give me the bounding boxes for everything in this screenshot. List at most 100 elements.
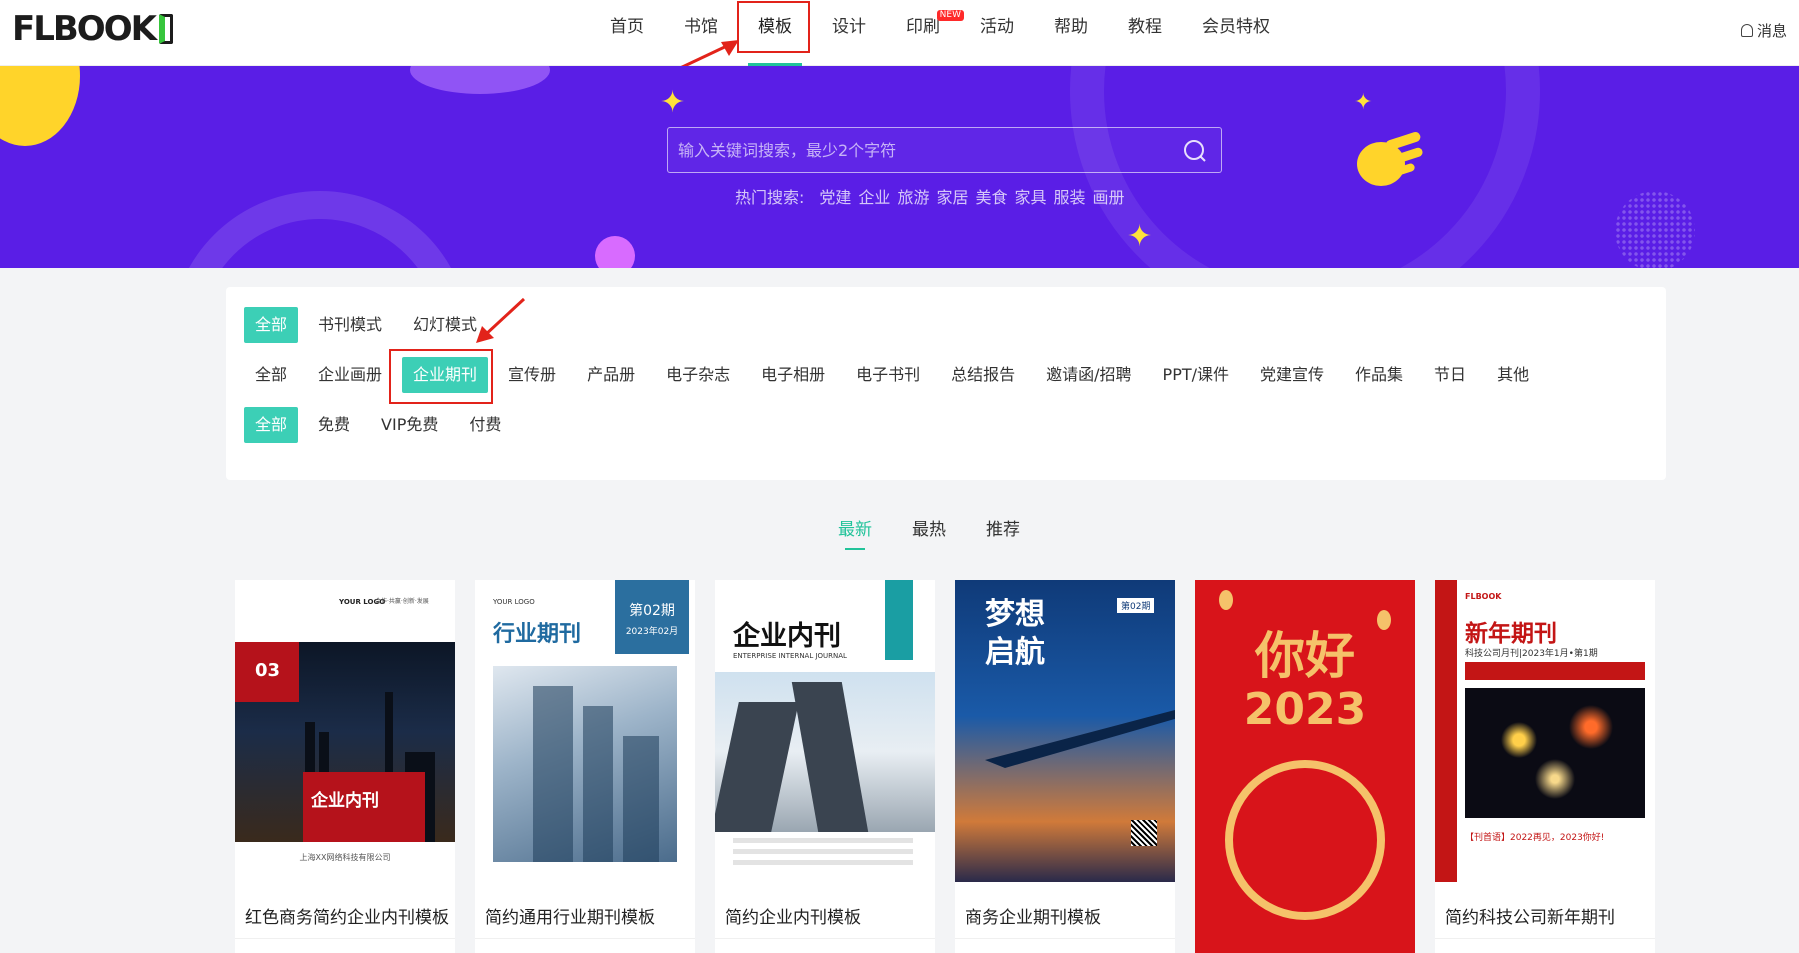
card-divider	[235, 938, 455, 939]
template-title[interactable]: 简约科技公司新年期刊	[1445, 903, 1615, 928]
template-card[interactable]: 企业内刊 ENTERPRISE INTERNAL JOURNAL 简约企业内刊模…	[715, 580, 935, 953]
cover-building-image	[493, 666, 677, 862]
filter-cat-holiday[interactable]: 节日	[1423, 357, 1477, 393]
template-card[interactable]: YOUR LOGO 合作·共赢·创新·发展 03 企业内刊 上海XX网络科技有限…	[235, 580, 455, 953]
filter-price-free[interactable]: 免费	[307, 407, 361, 443]
nav-design[interactable]: 设计	[812, 0, 886, 66]
cover-year: 2023	[1243, 684, 1367, 735]
cover-subheading: ENTERPRISE INTERNAL JOURNAL	[733, 652, 847, 660]
filter-cat-brochure[interactable]: 企业画册	[307, 357, 393, 393]
template-title[interactable]: 商务企业期刊模板	[965, 903, 1101, 928]
cover-fireworks-image	[1465, 688, 1645, 818]
tab-hottest[interactable]: 最热	[912, 515, 946, 550]
cover-heading: 企业内刊	[733, 621, 841, 652]
card-divider	[475, 938, 695, 939]
hot-search-label: 热门搜索:	[735, 188, 805, 207]
sparkle-icon: ✦	[1354, 90, 1373, 115]
cover-heading: 行业期刊	[493, 622, 582, 647]
filter-cat-ebook[interactable]: 电子书刊	[845, 357, 931, 393]
sparkle-icon: ✦	[660, 85, 686, 120]
banner-decor-dots	[1615, 191, 1695, 268]
tab-recommended[interactable]: 推荐	[986, 515, 1020, 550]
hot-word[interactable]: 美食	[975, 184, 1007, 208]
sparkle-icon: ✦	[1127, 219, 1153, 254]
search-icon[interactable]	[1183, 139, 1207, 163]
nav-home[interactable]: 首页	[590, 0, 664, 66]
cover-side-bar	[1435, 580, 1457, 882]
filter-cat-party[interactable]: 党建宣传	[1249, 357, 1335, 393]
filter-mode-book[interactable]: 书刊模式	[307, 307, 393, 343]
cover-issue-badge: 第02期 2023年02月	[615, 580, 689, 654]
template-cover: 梦想启航 第02期	[955, 580, 1175, 882]
filter-price-all[interactable]: 全部	[244, 407, 299, 443]
sort-tabs: 最新 最热 推荐	[838, 515, 1020, 550]
template-title[interactable]: 简约企业内刊模板	[725, 903, 861, 928]
cover-heading: 企业内刊	[303, 772, 425, 842]
banner-decor-sun	[0, 66, 80, 146]
filter-cat-all[interactable]: 全部	[244, 357, 298, 393]
cover-heading: 新年期刊	[1465, 621, 1557, 647]
highlight-box-journal	[389, 349, 493, 404]
filter-cat-emagazine[interactable]: 电子杂志	[655, 357, 741, 393]
card-divider	[715, 938, 935, 939]
template-card[interactable]: 梦想启航 第02期 商务企业期刊模板	[955, 580, 1175, 953]
template-card[interactable]: YOUR LOGO 行业期刊 第02期 2023年02月 简约通用行业期刊模板	[475, 580, 695, 953]
search-input[interactable]	[678, 128, 1158, 172]
hot-word[interactable]: 家居	[936, 184, 968, 208]
card-divider	[955, 938, 1175, 939]
cover-skyscraper-image	[715, 672, 935, 832]
highlight-box-templates	[737, 1, 810, 53]
hot-word[interactable]: 服装	[1054, 184, 1086, 208]
messages-button[interactable]: 消息	[1740, 20, 1787, 41]
template-cover: 你好 2023	[1195, 580, 1415, 953]
template-grid: YOUR LOGO 合作·共赢·创新·发展 03 企业内刊 上海XX网络科技有限…	[235, 580, 1655, 953]
template-cover: 企业内刊 ENTERPRISE INTERNAL JOURNAL	[715, 580, 935, 882]
nav-help[interactable]: 帮助	[1034, 0, 1108, 66]
banner-decor-ring	[170, 191, 470, 268]
bell-icon	[1740, 24, 1753, 37]
card-divider	[1435, 938, 1655, 939]
hot-word[interactable]: 企业	[858, 184, 890, 208]
filter-cat-product[interactable]: 产品册	[576, 357, 646, 393]
template-title[interactable]: 红色商务简约企业内刊模板	[245, 903, 449, 928]
filter-price-paid[interactable]: 付费	[458, 407, 512, 443]
cover-heading: 你好	[1255, 627, 1355, 685]
logo-mark-icon	[158, 14, 173, 44]
cover-brand: FLBOOK	[1465, 592, 1502, 601]
filter-cat-report[interactable]: 总结报告	[940, 357, 1026, 393]
cover-heading: 梦想启航	[985, 597, 1045, 670]
flbook-logo[interactable]: FLBOOK	[12, 9, 173, 49]
nav-print[interactable]: 印刷 NEW	[886, 0, 964, 66]
hot-word[interactable]: 旅游	[897, 184, 929, 208]
hot-word[interactable]: 画册	[1093, 184, 1125, 208]
messages-label: 消息	[1756, 22, 1787, 40]
lantern-icon	[1219, 590, 1233, 610]
hot-word[interactable]: 家具	[1014, 184, 1046, 208]
filter-price-vip[interactable]: VIP免费	[370, 407, 449, 443]
nav-events[interactable]: 活动	[960, 0, 1034, 66]
filter-cat-invitation[interactable]: 邀请函/招聘	[1035, 357, 1142, 393]
cover-accent-strip	[885, 580, 913, 660]
filter-mode-all[interactable]: 全部	[244, 307, 299, 343]
template-card[interactable]: 你好 2023	[1195, 580, 1415, 953]
filter-cat-ealbum[interactable]: 电子相册	[750, 357, 836, 393]
hot-searches: 热门搜索: 党建 企业 旅游 家居 美食 家具 服装 画册	[735, 184, 1125, 208]
template-card[interactable]: FLBOOK 新年期刊 科技公司月刊|2023年1月•第1期 【刊首语】2022…	[1435, 580, 1655, 953]
comet-icon	[1357, 131, 1423, 186]
filter-cat-promo[interactable]: 宣传册	[497, 357, 567, 393]
nav-membership[interactable]: 会员特权	[1182, 0, 1290, 66]
logo-text: FLBOOK	[12, 9, 157, 49]
filter-cat-portfolio[interactable]: 作品集	[1344, 357, 1414, 393]
filter-cat-other[interactable]: 其他	[1486, 357, 1540, 393]
template-search	[667, 127, 1222, 173]
tab-latest[interactable]: 最新	[838, 515, 872, 550]
nav-tutorials[interactable]: 教程	[1108, 0, 1182, 66]
cover-footer: 上海XX网络科技有限公司	[299, 853, 391, 862]
filter-cat-ppt[interactable]: PPT/课件	[1152, 357, 1240, 393]
template-cover: YOUR LOGO 合作·共赢·创新·发展 03 企业内刊 上海XX网络科技有限…	[235, 580, 455, 882]
banner-decor-blob	[410, 66, 550, 94]
template-title[interactable]: 简约通用行业期刊模板	[485, 903, 655, 928]
annotation-arrow-icon	[476, 297, 526, 343]
hot-word[interactable]: 党建	[819, 184, 851, 208]
cover-slogan: 合作·共赢·创新·发展	[375, 598, 429, 605]
